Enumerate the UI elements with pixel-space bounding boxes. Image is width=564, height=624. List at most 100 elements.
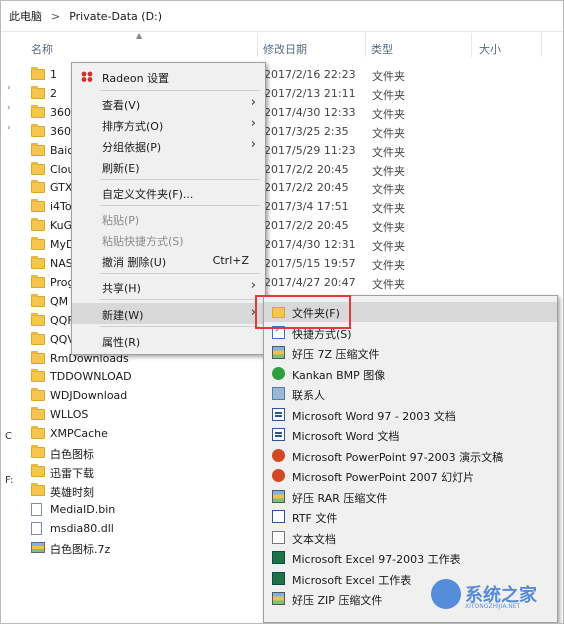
folder-icon (31, 161, 45, 175)
new-submenu-item[interactable]: Microsoft Excel 97-2003 工作表 (264, 548, 557, 568)
file-name: 白色图标.7z (50, 542, 111, 556)
folder-icon (31, 85, 45, 99)
watermark-subtext: XITONGZHIJIA.NET (465, 603, 521, 610)
new-submenu-item[interactable]: Microsoft PowerPoint 2007 幻灯片 (264, 466, 557, 486)
folder-icon (31, 426, 45, 440)
new-submenu-item[interactable]: 联系人 (264, 384, 557, 404)
file-name: msdia80.dll (50, 521, 114, 535)
file-name: Baic (50, 143, 74, 157)
new-submenu-item[interactable]: 文本文档 (264, 528, 557, 548)
menu-item-label: 排序方式(O) (102, 120, 164, 133)
folder-icon (31, 463, 45, 477)
menu-item-customize[interactable]: 自定义文件夹(F)... (72, 182, 265, 203)
txt-icon (272, 530, 285, 544)
new-submenu-item[interactable]: Microsoft Word 文档 (264, 425, 557, 445)
folder-icon (31, 293, 45, 307)
file-type: 文件夹 (372, 240, 405, 254)
file-type: 文件夹 (372, 277, 405, 291)
folder-icon (31, 256, 45, 269)
new-submenu-item[interactable]: Kankan BMP 图像 (264, 364, 557, 384)
menu-item-label: 共享(H) (102, 282, 141, 295)
file-type: 文件夹 (372, 126, 405, 140)
menu-item-sort[interactable]: 排序方式(O) › (72, 114, 265, 135)
menu-item-paste-shortcut[interactable]: 粘贴快捷方式(S) (72, 229, 265, 250)
menu-item-undo-delete[interactable]: 撤消 删除(U) Ctrl+Z (72, 250, 265, 271)
folder-icon (31, 199, 45, 213)
submenu-item-label: 好压 7Z 压缩文件 (292, 348, 380, 361)
file-type: 文件夹 (372, 145, 405, 159)
folder-icon (31, 123, 45, 137)
new-submenu-item[interactable]: Microsoft Word 97 - 2003 文档 (264, 405, 557, 425)
explorer-window: 此电脑 > Private-Data (D:) 名称 修改日期 类型 大小 ▲ … (0, 0, 564, 624)
menu-separator (100, 299, 260, 300)
radeon-icon (81, 71, 93, 82)
file-name: TDDOWNLOAD (50, 370, 132, 384)
file-icon (31, 502, 42, 516)
file-name: 360 (50, 105, 71, 119)
menu-separator (100, 326, 260, 327)
submenu-item-label: Kankan BMP 图像 (292, 368, 386, 382)
file-type: 文件夹 (372, 221, 405, 235)
submenu-item-label: 文本文档 (292, 532, 336, 546)
file-name: GTX (50, 181, 73, 195)
file-type: 文件夹 (372, 107, 405, 121)
kankan-icon (272, 366, 285, 380)
folder-icon (31, 445, 45, 458)
folder-icon (31, 369, 45, 383)
file-date: 2017/4/27 20:47 (264, 275, 356, 289)
new-submenu-item[interactable]: RTF 文件 (264, 507, 557, 527)
submenu-item-label: Microsoft Word 97 - 2003 文档 (292, 409, 456, 423)
menu-item-label: 属性(R) (102, 336, 141, 349)
file-date: 2017/2/13 21:11 (264, 86, 356, 100)
submenu-item-label: 好压 RAR 压缩文件 (292, 491, 388, 505)
menu-item-view[interactable]: 查看(V) › (72, 93, 265, 114)
submenu-item-label: 联系人 (292, 389, 325, 402)
watermark: 系统之家 XITONGZHIJIA.NET (431, 571, 559, 617)
archive-icon (272, 489, 285, 503)
folder-icon (31, 142, 45, 156)
menu-item-label: 粘贴(P) (102, 214, 140, 227)
folder-icon (31, 350, 45, 364)
chevron-right-icon: › (250, 278, 256, 293)
menu-item-properties[interactable]: 属性(R) (72, 330, 265, 351)
folder-icon (31, 482, 45, 496)
file-name: 2 (50, 86, 57, 100)
contact-icon (272, 387, 285, 400)
menu-item-group[interactable]: 分组依据(P) › (72, 135, 265, 156)
word-icon (272, 428, 285, 441)
submenu-item-label: Microsoft Excel 97-2003 工作表 (292, 553, 461, 566)
folder-icon (31, 218, 45, 232)
menu-item-new[interactable]: 新建(W) › (72, 303, 265, 324)
word-icon (272, 407, 285, 421)
submenu-item-label: 好压 ZIP 压缩文件 (292, 594, 383, 607)
archive-icon (272, 346, 285, 359)
menu-item-radeon[interactable]: Radeon 设置 (72, 66, 265, 87)
menu-separator (100, 205, 260, 206)
new-submenu-item[interactable]: 好压 7Z 压缩文件 (264, 343, 557, 363)
menu-item-share[interactable]: 共享(H) › (72, 276, 265, 297)
file-type: 文件夹 (372, 202, 405, 216)
file-date: 2017/2/2 20:45 (264, 219, 349, 233)
folder-icon (31, 388, 45, 402)
menu-item-paste[interactable]: 粘贴(P) (72, 208, 265, 229)
ppt-icon (272, 469, 285, 482)
submenu-item-label: Microsoft PowerPoint 2007 幻灯片 (292, 471, 475, 484)
new-submenu-item[interactable]: 好压 RAR 压缩文件 (264, 487, 557, 507)
folder-icon (31, 237, 45, 251)
new-submenu-item[interactable]: Microsoft PowerPoint 97-2003 演示文稿 (264, 446, 557, 466)
menu-item-label: Radeon 设置 (102, 72, 170, 85)
file-name: 迅雷下载 (50, 466, 94, 480)
menu-separator (100, 90, 260, 91)
file-date: 2017/2/16 22:23 (264, 68, 356, 81)
archive-icon (272, 592, 285, 605)
submenu-item-label: Microsoft Word 文档 (292, 430, 400, 443)
chevron-right-icon: › (250, 116, 256, 131)
menu-item-label: 查看(V) (102, 99, 141, 112)
file-type: 文件夹 (372, 183, 405, 197)
folder-icon (31, 67, 45, 80)
menu-item-refresh[interactable]: 刷新(E) (72, 156, 265, 177)
submenu-item-label: RTF 文件 (292, 512, 338, 525)
file-date: 2017/3/25 2:35 (264, 124, 349, 138)
folder-icon (31, 312, 45, 326)
file-name: 白色图标 (50, 448, 94, 461)
